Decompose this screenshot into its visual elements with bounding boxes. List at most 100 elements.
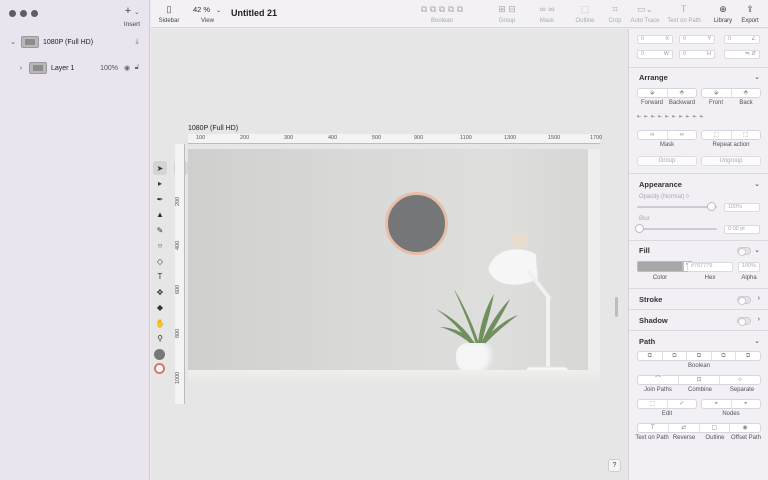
blur-field[interactable]: 0.00 pt [724, 225, 760, 234]
shape-tool-icon[interactable]: ○ [153, 239, 167, 253]
help-button[interactable]: ? [608, 459, 621, 472]
stroke-toggle[interactable] [737, 296, 751, 305]
library-button[interactable]: ⊕ Library [711, 4, 735, 24]
exclude-icon[interactable]: ⧉ [710, 352, 736, 360]
x-field[interactable]: 0X [637, 35, 673, 44]
auto-trace-button[interactable]: ▭⌄ Auto Trace [627, 4, 663, 24]
chevron-down-icon[interactable]: ⌄ [754, 73, 760, 81]
layer-row-artboard[interactable]: ⌄ 1080P (Full HD) ⤓ [0, 35, 150, 49]
edit-buttons[interactable]: ⬚ ✓ [637, 399, 697, 409]
pen-tool-icon[interactable]: ✒ [153, 192, 167, 206]
zoom-tool-icon[interactable]: ⚲ [153, 332, 167, 346]
zoom-control[interactable]: 42 % ⌄ View [193, 5, 221, 24]
export-button[interactable]: ⇪ Export [738, 4, 762, 24]
layer-row-layer-1[interactable]: › Layer 1 100% ◉ 🔓︎ [0, 61, 150, 75]
hand-tool-icon[interactable]: ✋ [153, 316, 167, 330]
bring-front-icon[interactable]: ⬙ [702, 89, 731, 97]
shadow-toggle[interactable] [737, 317, 751, 326]
mask-button[interactable]: ∞ ∞ Mask [533, 4, 561, 24]
canvas-area[interactable]: ➤ ▸ ✒ ▲ ✎ ○ ◇ T ✥ ◆ ✋ ⚲ ▣ 1080P (Full HD… [151, 29, 628, 480]
outline-button[interactable]: ⬚ Outline [572, 4, 598, 24]
nodes-buttons[interactable]: ⌖ ⌖ [701, 399, 761, 409]
subtract-icon[interactable]: ⧉ [661, 352, 687, 360]
text-on-path-button[interactable]: Ꭲ Text on Path [664, 4, 704, 24]
intersect-icon[interactable]: ⧉ [686, 352, 711, 360]
node-alt-icon[interactable]: ⌖ [730, 400, 761, 408]
repeat-action-buttons[interactable]: ⬚ ⬚ [701, 130, 761, 140]
eye-icon[interactable]: ◉ [122, 64, 132, 72]
combine-icon[interactable]: ⊡ [678, 376, 719, 384]
blur-slider[interactable] [637, 228, 717, 230]
boolean-button-group[interactable]: ⧉ ⧉ ⧉ ⧉ ⧉ Boolean [404, 4, 480, 24]
send-back-icon[interactable]: ⬘ [730, 89, 761, 97]
text-tool-icon[interactable]: T [153, 270, 167, 284]
path-ops-buttons[interactable]: Ꭲ ⇄ ▢ ◉ [637, 423, 761, 433]
eraser-tool-icon[interactable]: ◆ [153, 301, 167, 315]
repeat-icon[interactable]: ⬚ [702, 131, 731, 139]
union-icon[interactable]: ⧉ [638, 352, 662, 360]
blur-slider-knob[interactable] [635, 224, 644, 233]
ungroup-button[interactable]: Ungroup [701, 156, 761, 166]
separate-icon[interactable]: ⊹ [719, 376, 760, 384]
hex-field[interactable]: #767779 [687, 262, 733, 272]
chevron-down-icon[interactable]: ⌄ [754, 246, 760, 254]
group-button[interactable]: Group [637, 156, 697, 166]
forward-backward-buttons[interactable]: ⬙ ⬘ [637, 88, 697, 98]
fill-color-well[interactable] [154, 348, 165, 360]
angle-field[interactable]: 0 ∠ [724, 35, 760, 44]
text-on-path-icon[interactable]: Ꭲ [638, 424, 668, 432]
chevron-right-icon[interactable]: › [758, 295, 760, 302]
repeat-alt-icon[interactable]: ⬚ [730, 131, 761, 139]
crop-button[interactable]: ⌗ Crop [604, 4, 626, 24]
canvas-scroll-handle[interactable] [615, 297, 618, 317]
height-field[interactable]: 0H [679, 50, 715, 59]
distribute-icon[interactable]: ⫦ [693, 113, 697, 121]
edit-icon[interactable]: ⬚ [638, 400, 667, 408]
select-tool-icon[interactable]: ➤ [153, 161, 167, 175]
node-icon[interactable]: ⌖ [702, 400, 731, 408]
zoom-window-button[interactable] [31, 10, 38, 17]
divide-icon[interactable]: ⧉ [735, 352, 760, 360]
opacity-slider-knob[interactable] [707, 202, 716, 211]
artboard-label[interactable]: 1080P (Full HD) [188, 125, 238, 132]
unmask-icon[interactable]: ∞ [666, 131, 697, 139]
chevron-down-icon[interactable]: ⌄ [8, 38, 18, 46]
minimize-window-button[interactable] [20, 10, 27, 17]
fill-color-swatch[interactable] [637, 261, 683, 272]
mask-icon[interactable]: ∞ [638, 131, 667, 139]
align-top-icon[interactable]: ⫦ [658, 113, 662, 121]
opacity-slider[interactable] [637, 206, 717, 208]
align-right-icon[interactable]: ⫦ [651, 113, 655, 121]
mask-buttons[interactable]: ∞ ∞ [637, 130, 697, 140]
chevron-right-icon[interactable]: › [758, 316, 760, 323]
close-window-button[interactable] [9, 10, 16, 17]
sidebar-toggle-button[interactable]: ▯ Sidebar [157, 4, 181, 24]
align-center-icon[interactable]: ⫦ [644, 113, 648, 121]
vector-tool-icon[interactable]: ▲ [153, 208, 167, 222]
join-paths-icon[interactable]: ⌒ [638, 376, 678, 384]
distribute-alt-icon[interactable]: ⫦ [700, 113, 704, 121]
reverse-icon[interactable]: ⇄ [667, 424, 699, 432]
lock-icon[interactable]: 🔓︎ [132, 64, 142, 72]
chevron-down-icon[interactable]: ⌄ [754, 337, 760, 345]
y-field[interactable]: 0Y [679, 35, 715, 44]
stroke-color-well[interactable] [154, 362, 165, 374]
alpha-field[interactable]: 100% [738, 262, 760, 272]
boolean-buttons[interactable]: ⧉ ⧉ ⧉ ⧉ ⧉ [637, 351, 761, 361]
align-middle-icon[interactable]: ⫦ [665, 113, 669, 121]
chevron-right-icon[interactable]: › [16, 65, 26, 72]
direct-select-tool-icon[interactable]: ▸ [153, 177, 167, 191]
forward-icon[interactable]: ⬙ [638, 89, 667, 97]
fill-tool-icon[interactable]: ◇ [153, 254, 167, 268]
align-left-icon[interactable]: ⫦ [637, 113, 641, 121]
transform-tool-icon[interactable]: ✥ [153, 285, 167, 299]
brush-tool-icon[interactable]: ✎ [153, 223, 167, 237]
opacity-field[interactable]: 100% [724, 203, 760, 212]
group-button[interactable]: ⊞ ⊟ Group [493, 4, 521, 24]
distribute-v-icon[interactable]: ⫦ [686, 113, 690, 121]
offset-path-icon[interactable]: ◉ [729, 424, 760, 432]
chevron-down-icon[interactable]: ⌄ [754, 180, 760, 188]
join-combine-separate-buttons[interactable]: ⌒ ⊡ ⊹ [637, 375, 761, 385]
backward-icon[interactable]: ⬘ [666, 89, 697, 97]
outline-icon[interactable]: ▢ [698, 424, 730, 432]
